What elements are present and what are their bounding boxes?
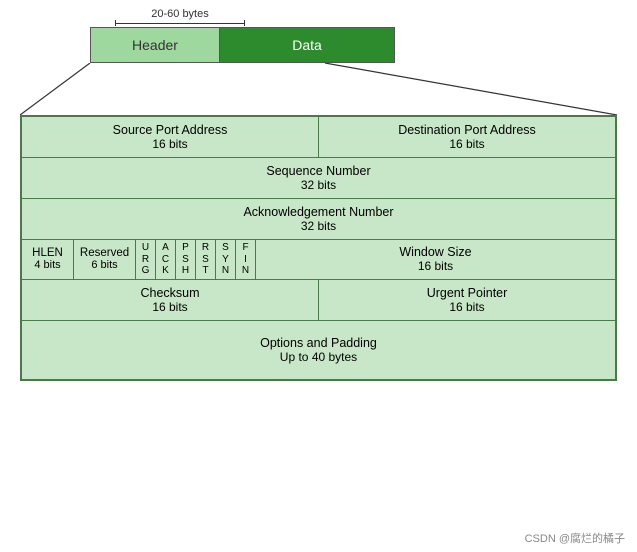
row-sequence: Sequence Number 32 bits — [22, 158, 615, 199]
bytes-label: 20-60 bytes — [151, 8, 208, 20]
urgent-pointer-cell: Urgent Pointer 16 bits — [319, 280, 615, 320]
connector-svg — [20, 63, 617, 115]
syn-flag: S Y N — [216, 240, 236, 279]
sequence-cell: Sequence Number 32 bits — [22, 158, 615, 198]
header-bar: Header — [90, 27, 220, 63]
window-size-cell: Window Size 16 bits — [256, 240, 615, 279]
source-port-cell: Source Port Address 16 bits — [22, 117, 319, 157]
row-checksum: Checksum 16 bits Urgent Pointer 16 bits — [22, 280, 615, 321]
rst-flag: R S T — [196, 240, 216, 279]
checksum-cell: Checksum 16 bits — [22, 280, 319, 320]
reserved-cell: Reserved 6 bits — [74, 240, 136, 279]
row-options: Options and Padding Up to 40 bytes — [22, 321, 615, 379]
fin-flag: F I N — [236, 240, 256, 279]
options-cell: Options and Padding Up to 40 bytes — [22, 321, 615, 379]
row-ack: Acknowledgement Number 32 bits — [22, 199, 615, 240]
dest-port-cell: Destination Port Address 16 bits — [319, 117, 615, 157]
ack-flag: A C K — [156, 240, 176, 279]
watermark: CSDN @腐烂的橘子 — [525, 530, 625, 546]
row-flags: HLEN 4 bits Reserved 6 bits U R G A C K … — [22, 240, 615, 280]
hlen-cell: HLEN 4 bits — [22, 240, 74, 279]
ack-cell: Acknowledgement Number 32 bits — [22, 199, 615, 239]
tcp-header-table: Source Port Address 16 bits Destination … — [20, 115, 617, 381]
row-ports: Source Port Address 16 bits Destination … — [22, 117, 615, 158]
data-bar: Data — [220, 27, 395, 63]
urg-flag: U R G — [136, 240, 156, 279]
psh-flag: P S H — [176, 240, 196, 279]
